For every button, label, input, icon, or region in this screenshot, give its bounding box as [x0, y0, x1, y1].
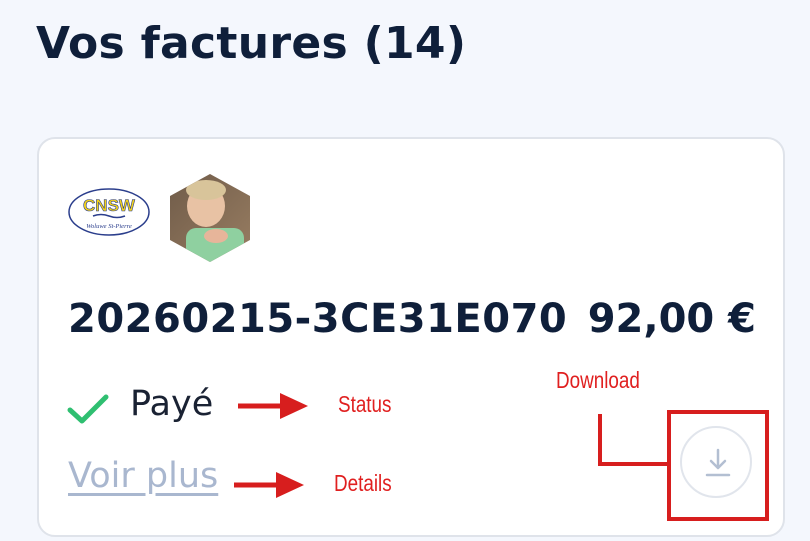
check-icon	[67, 394, 109, 424]
download-highlight-box	[667, 410, 769, 521]
club-logo: CNSW Woluwe St-Pierre	[68, 188, 150, 236]
club-logo-text: CNSW	[83, 196, 136, 215]
annotation-connector	[598, 414, 602, 466]
avatar	[170, 174, 250, 262]
details-annotation: Details	[334, 470, 392, 496]
invoice-amount: 92,00 €	[587, 296, 756, 342]
club-logo-subtext: Woluwe St-Pierre	[86, 223, 132, 230]
annotation-connector	[598, 462, 669, 466]
invoice-number: 20260215-3CE31E070	[68, 296, 568, 342]
arrow-right-icon	[238, 393, 308, 419]
download-annotation: Download	[556, 367, 640, 393]
page-title: Vos factures (14)	[36, 18, 467, 69]
arrow-right-icon	[234, 472, 304, 498]
status-text: Payé	[130, 384, 214, 424]
status-annotation: Status	[338, 391, 392, 417]
details-link[interactable]: Voir plus	[68, 456, 218, 496]
